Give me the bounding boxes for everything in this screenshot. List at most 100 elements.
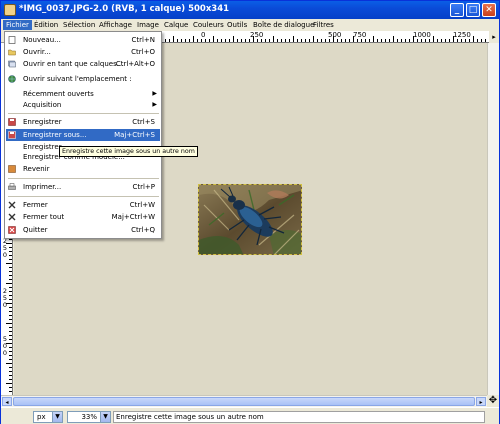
- zoom-select[interactable]: 33% ▼: [67, 411, 111, 423]
- print-icon: [8, 183, 16, 190]
- unit-select[interactable]: px ▼: [33, 411, 63, 423]
- ruler-tick: [169, 39, 170, 42]
- vertical-scrollbar[interactable]: [487, 43, 499, 395]
- chevron-down-icon[interactable]: ▼: [100, 412, 110, 422]
- submenu-arrow-icon: ▶: [152, 101, 157, 108]
- ruler-tick: [9, 295, 12, 296]
- window-title: *IMG_0037.JPG-2.0 (RVB, 1 calque) 500x34…: [19, 4, 230, 14]
- image-canvas[interactable]: [198, 184, 302, 255]
- ruler-tick: [9, 287, 12, 288]
- ruler-tick: [461, 39, 462, 42]
- ruler-tick: [9, 271, 12, 272]
- gimp-app-icon: [4, 4, 16, 16]
- menu-item-imprimer[interactable]: Imprimer... Ctrl+P: [6, 181, 160, 193]
- horizontal-scrollbar[interactable]: ◂ ▸: [1, 395, 487, 407]
- menu-outils[interactable]: Outils: [224, 20, 250, 30]
- title-bar[interactable]: *IMG_0037.JPG-2.0 (RVB, 1 calque) 500x34…: [1, 1, 499, 19]
- ruler-tick: [401, 39, 402, 42]
- menu-couleurs[interactable]: Couleurs: [190, 20, 227, 30]
- menu-calque[interactable]: Calque: [161, 20, 191, 30]
- menu-item-revenir[interactable]: Revenir: [6, 163, 160, 175]
- menu-item-fermer-tout[interactable]: Fermer tout Maj+Ctrl+W: [6, 211, 160, 223]
- menu-image[interactable]: Image: [134, 20, 162, 30]
- ruler-tick: [313, 36, 314, 42]
- scroll-thumb[interactable]: [13, 397, 475, 406]
- ruler-tick: [9, 375, 12, 376]
- ruler-tick: [6, 383, 12, 384]
- maximize-button[interactable]: □: [466, 3, 480, 17]
- ruler-tick: [201, 39, 202, 42]
- menu-item-ouvrir-calques[interactable]: Ouvrir en tant que calques... Ctrl+Alt+O: [6, 58, 160, 70]
- ruler-tick: [397, 39, 398, 42]
- menu-boite-de-dialogue[interactable]: Boîte de dialogue: [250, 20, 317, 30]
- ruler-tick: [237, 39, 238, 42]
- ruler-label: 0: [2, 251, 8, 259]
- chevron-down-icon[interactable]: ▼: [52, 412, 62, 422]
- ruler-tick: [9, 335, 12, 336]
- close-x-icon: [8, 201, 16, 209]
- ruler-tick: [9, 311, 12, 312]
- ruler-tick: [229, 39, 230, 42]
- ruler-tick: [469, 39, 470, 42]
- close-button[interactable]: ✕: [482, 3, 496, 17]
- scroll-left-icon[interactable]: ◂: [2, 397, 12, 406]
- open-layers-icon: [8, 60, 16, 68]
- ruler-tick: [445, 39, 446, 42]
- ruler-tick: [441, 39, 442, 42]
- ruler-tick: [373, 36, 374, 42]
- scroll-right-icon[interactable]: ▸: [476, 397, 486, 406]
- ruler-tick: [301, 39, 302, 42]
- menu-item-acquisition[interactable]: Acquisition ▶: [6, 99, 160, 111]
- ruler-tick: [417, 39, 418, 42]
- ruler-tick: [309, 39, 310, 42]
- ruler-tick: [389, 39, 390, 42]
- ruler-tick: [9, 275, 12, 276]
- close-all-icon: [8, 213, 16, 221]
- ruler-tick: [281, 39, 282, 42]
- ruler-label: 0: [2, 349, 8, 357]
- ruler-tick: [289, 39, 290, 42]
- ruler-tick: [249, 39, 250, 42]
- ruler-tick: [217, 39, 218, 42]
- status-bar: px ▼ 33% ▼ Enregistre cette image sous u…: [1, 407, 499, 424]
- ruler-tick: [261, 39, 262, 42]
- ruler-tick: [285, 39, 286, 42]
- ruler-tick: [6, 263, 12, 264]
- ruler-tick: [6, 283, 12, 284]
- menu-item-enregistrer[interactable]: Enregistrer Ctrl+S: [6, 116, 160, 128]
- minimize-icon: _: [454, 5, 460, 15]
- open-icon: [8, 49, 16, 56]
- menu-edition[interactable]: Édition: [31, 20, 61, 30]
- ruler-tick: [9, 255, 12, 256]
- menu-item-ouvrir-emplacement[interactable]: Ouvrir suivant l'emplacement :: [6, 73, 160, 85]
- ruler-tick: [209, 39, 210, 42]
- ruler-tick: [9, 299, 12, 300]
- ruler-tick: [9, 347, 12, 348]
- menu-affichage[interactable]: Affichage: [96, 20, 135, 30]
- menu-filtres[interactable]: Filtres: [310, 20, 337, 30]
- menu-fichier[interactable]: Fichier: [3, 20, 32, 30]
- menu-item-quitter[interactable]: Quitter Ctrl+Q: [6, 224, 160, 236]
- file-menu: Nouveau... Ctrl+N Ouvrir... Ctrl+O Ouvri…: [4, 31, 162, 239]
- ruler-tick: [185, 39, 186, 42]
- menu-item-enregistrer-sous[interactable]: Enregistrer sous... Maj+Ctrl+S: [6, 129, 160, 141]
- ruler-tick: [9, 391, 12, 392]
- ruler-tick: [173, 36, 174, 42]
- menu-selection[interactable]: Sélection: [60, 20, 98, 30]
- ruler-tick: [177, 39, 178, 42]
- menu-item-ouvrir[interactable]: Ouvrir... Ctrl+O: [6, 46, 160, 58]
- ruler-tick: [213, 36, 214, 42]
- ruler-tick: [369, 39, 370, 42]
- ruler-tick: [377, 39, 378, 42]
- menu-item-fermer[interactable]: Fermer Ctrl+W: [6, 199, 160, 211]
- minimize-button[interactable]: _: [450, 3, 464, 17]
- ruler-tick: [9, 315, 12, 316]
- menu-item-nouveau[interactable]: Nouveau... Ctrl+N: [6, 34, 160, 46]
- ruler-tick: [9, 259, 12, 260]
- close-icon: ✕: [485, 5, 493, 15]
- navigate-icon[interactable]: ✥: [487, 395, 499, 407]
- menu-separator: [8, 178, 159, 179]
- ruler-nav-button[interactable]: ▸: [489, 31, 499, 43]
- ruler-label: 1250: [453, 31, 471, 39]
- ruler-tick: [6, 323, 12, 324]
